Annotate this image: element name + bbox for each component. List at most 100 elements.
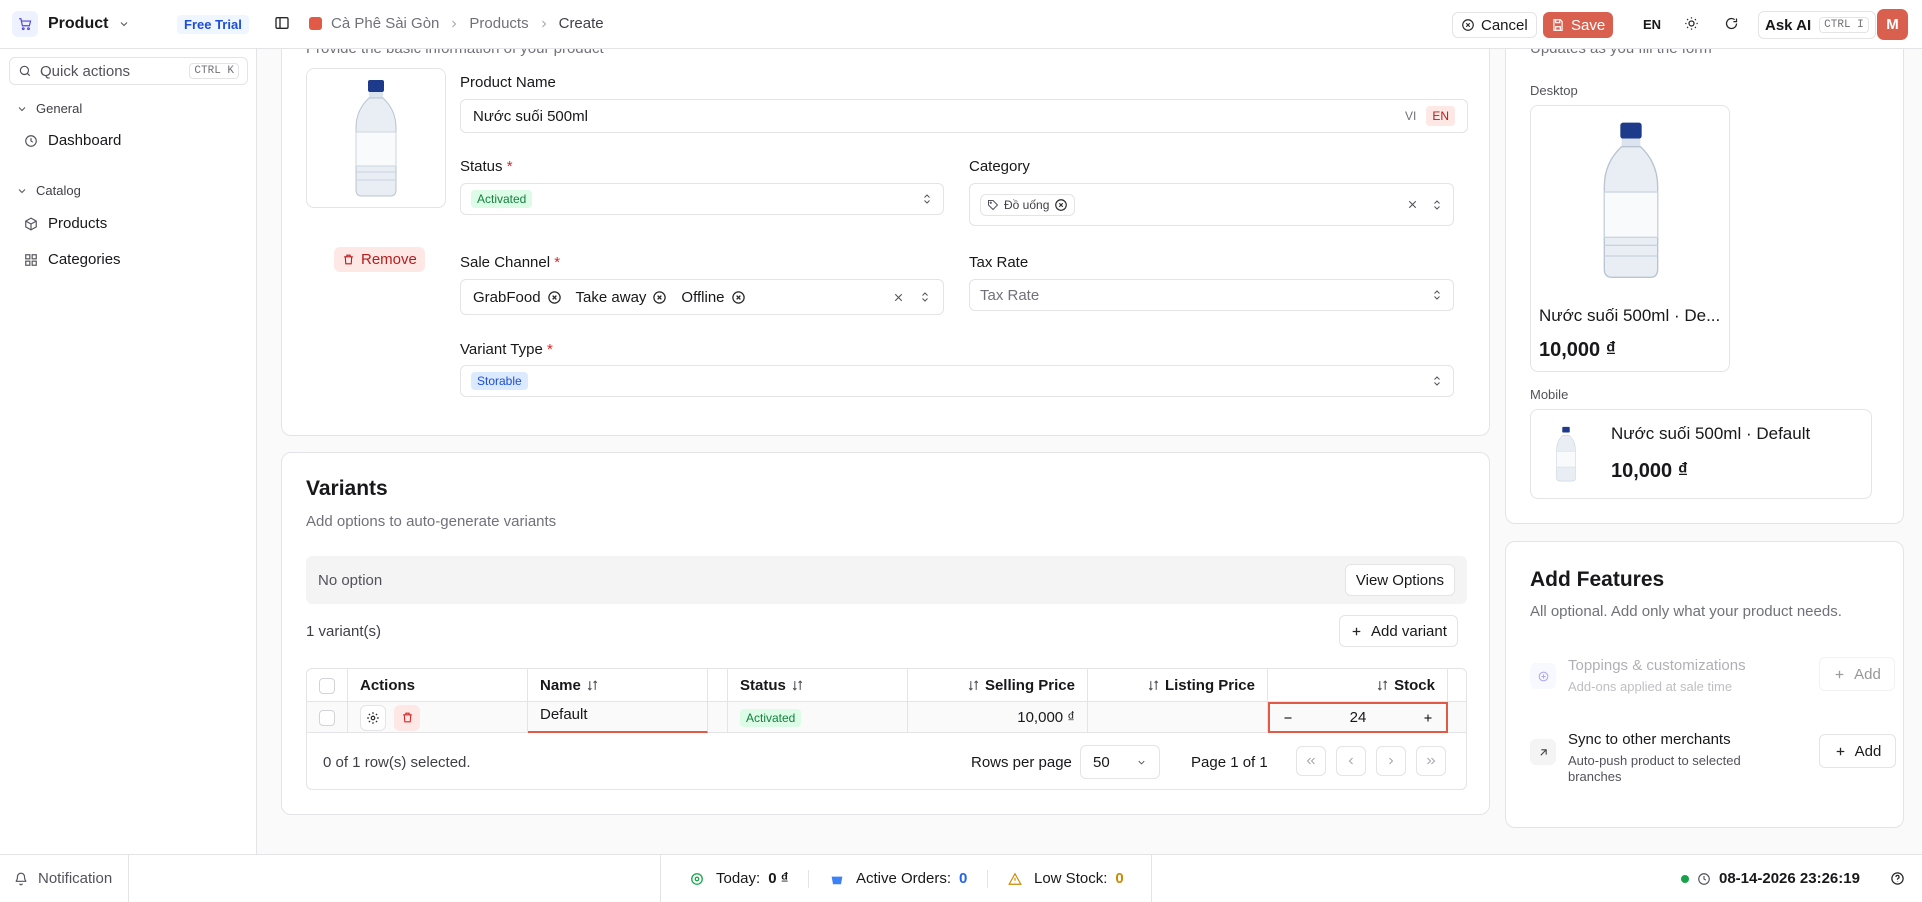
refresh-button[interactable] <box>1724 16 1739 31</box>
clear-icon[interactable] <box>892 291 905 304</box>
row-stock-cell: 24 <box>1268 702 1448 733</box>
minus-icon[interactable] <box>1282 712 1294 724</box>
rows-per-page-label: Rows per page <box>971 754 1072 771</box>
water-bottle-image <box>355 80 397 197</box>
row-name-cell[interactable]: Default <box>528 702 708 733</box>
store-logo-icon <box>309 17 322 30</box>
trash-icon <box>344 254 353 265</box>
preview-subtitle: Updates as you fill the form <box>1530 49 1712 57</box>
select-all-checkbox[interactable] <box>319 677 335 694</box>
desktop-product-name: Nước suối 500ml · De... <box>1539 306 1721 325</box>
help-button[interactable] <box>1890 871 1905 886</box>
app-switcher[interactable]: Product <box>12 11 130 37</box>
row-checkbox[interactable] <box>319 709 335 726</box>
lang-en-tab[interactable]: EN <box>1426 106 1455 126</box>
add-sync-button[interactable]: Add <box>1819 734 1896 768</box>
breadcrumb-store[interactable]: Cà Phê Sài Gòn <box>331 15 439 32</box>
sidebar-toggle-icon <box>275 17 289 29</box>
cart-icon <box>12 11 38 37</box>
sidebar-item-products[interactable]: Products <box>24 215 107 232</box>
row-name-value: Default <box>540 706 588 723</box>
row-listing-price-cell[interactable] <box>1088 702 1268 733</box>
row-selling-price-cell[interactable]: 10,000 ₫ <box>908 702 1088 733</box>
breadcrumb-products[interactable]: Products <box>469 15 528 32</box>
column-header-selling-price[interactable]: Selling Price <box>908 669 1088 702</box>
first-page-button[interactable] <box>1296 746 1326 776</box>
column-header-name[interactable]: Name <box>528 669 708 702</box>
footer-divider <box>808 870 809 888</box>
toggle-sidebar-button[interactable] <box>274 15 290 31</box>
product-name-label: Product Name <box>460 74 556 91</box>
no-option-bar: No option View Options <box>306 556 1467 604</box>
column-header-stock[interactable]: Stock <box>1268 669 1448 702</box>
add-variant-button[interactable]: Add variant <box>1339 615 1458 647</box>
sidebar-group-general[interactable]: General <box>16 101 82 116</box>
product-name-value: Nước suối 500ml <box>473 107 588 125</box>
product-image[interactable] <box>306 68 446 208</box>
warning-icon <box>1008 872 1022 885</box>
next-page-button[interactable] <box>1376 746 1406 776</box>
today-stat: Today: 0 ₫ <box>690 870 788 887</box>
category-select[interactable]: Đồ uống <box>969 183 1454 226</box>
save-icon <box>1553 19 1563 31</box>
variants-table: Actions Name Status Selling Price Listin… <box>306 668 1467 790</box>
clock-display: 08-14-2026 23:26:19 <box>1681 870 1860 887</box>
chevron-down-icon <box>1138 760 1145 765</box>
feature-title: Sync to other merchants <box>1568 731 1731 748</box>
add-toppings-button[interactable]: Add <box>1819 657 1895 691</box>
theme-toggle[interactable] <box>1684 16 1699 31</box>
quick-actions-search[interactable]: Quick actions CTRL K <box>9 57 248 85</box>
stock-stepper[interactable]: 24 <box>1268 702 1448 733</box>
chevron-right-icon <box>452 20 457 27</box>
clear-icon[interactable] <box>1406 198 1419 211</box>
column-header-spacer <box>708 669 728 702</box>
row-settings-button[interactable] <box>360 704 386 731</box>
row-delete-button[interactable] <box>394 704 420 731</box>
last-page-button[interactable] <box>1416 746 1446 776</box>
row-selling-price-value: 10,000 ₫ <box>1017 709 1075 726</box>
ask-ai-shortcut: CTRL I <box>1819 17 1869 33</box>
desktop-preview-image <box>1531 106 1731 294</box>
column-header-listing-price[interactable]: Listing Price <box>1088 669 1268 702</box>
channel-label: Take away <box>575 288 647 306</box>
x-circle-icon[interactable] <box>1054 198 1068 212</box>
rows-per-page-select[interactable]: 50 <box>1080 745 1160 779</box>
sale-channel-label: Sale Channel * <box>460 254 560 271</box>
plus-icon[interactable] <box>1422 712 1434 724</box>
x-circle-icon[interactable] <box>652 290 667 305</box>
lang-vi-tab[interactable]: VI <box>1399 106 1422 126</box>
view-options-label: View Options <box>1355 571 1444 589</box>
sidebar-item-categories[interactable]: Categories <box>24 251 121 268</box>
sidebar-group-title: General <box>36 101 83 116</box>
x-circle-icon[interactable] <box>731 290 746 305</box>
status-select[interactable]: Activated <box>460 183 944 215</box>
sync-icon <box>1530 739 1556 765</box>
cancel-button[interactable]: Cancel <box>1452 12 1537 38</box>
channel-chip-grabfood: GrabFood <box>473 289 562 306</box>
sale-channel-select[interactable]: GrabFood Take away Offline <box>460 279 944 315</box>
prev-page-button[interactable] <box>1336 746 1366 776</box>
variant-type-label: Variant Type * <box>460 341 553 358</box>
tag-icon <box>988 199 999 210</box>
notification-button[interactable]: Notification <box>14 870 112 887</box>
language-toggle[interactable]: EN <box>1643 17 1661 32</box>
ask-ai-button[interactable]: Ask AI CTRL I <box>1758 11 1876 39</box>
variant-type-select[interactable]: Storable <box>460 365 1454 397</box>
save-button[interactable]: Save <box>1543 12 1614 38</box>
remove-image-button[interactable]: Remove <box>334 247 425 272</box>
x-circle-icon[interactable] <box>547 290 562 305</box>
online-status-dot <box>1681 874 1689 883</box>
view-options-button[interactable]: View Options <box>1344 564 1455 596</box>
channel-chip-takeaway: Take away <box>576 289 668 306</box>
no-option-text: No option <box>318 571 383 589</box>
avatar[interactable]: M <box>1877 9 1908 40</box>
row-status-cell[interactable]: Activated <box>728 702 908 733</box>
product-name-input[interactable]: Nước suối 500ml VI EN <box>460 99 1468 133</box>
column-header-status[interactable]: Status <box>728 669 908 702</box>
sidebar-item-dashboard[interactable]: Dashboard <box>24 132 121 149</box>
search-shortcut: CTRL K <box>189 63 239 79</box>
tax-rate-select[interactable]: Tax Rate <box>969 279 1454 311</box>
sidebar-group-catalog[interactable]: Catalog <box>16 183 81 198</box>
required-mark: * <box>547 341 553 358</box>
chevrons-up-down-icon <box>1434 290 1440 300</box>
